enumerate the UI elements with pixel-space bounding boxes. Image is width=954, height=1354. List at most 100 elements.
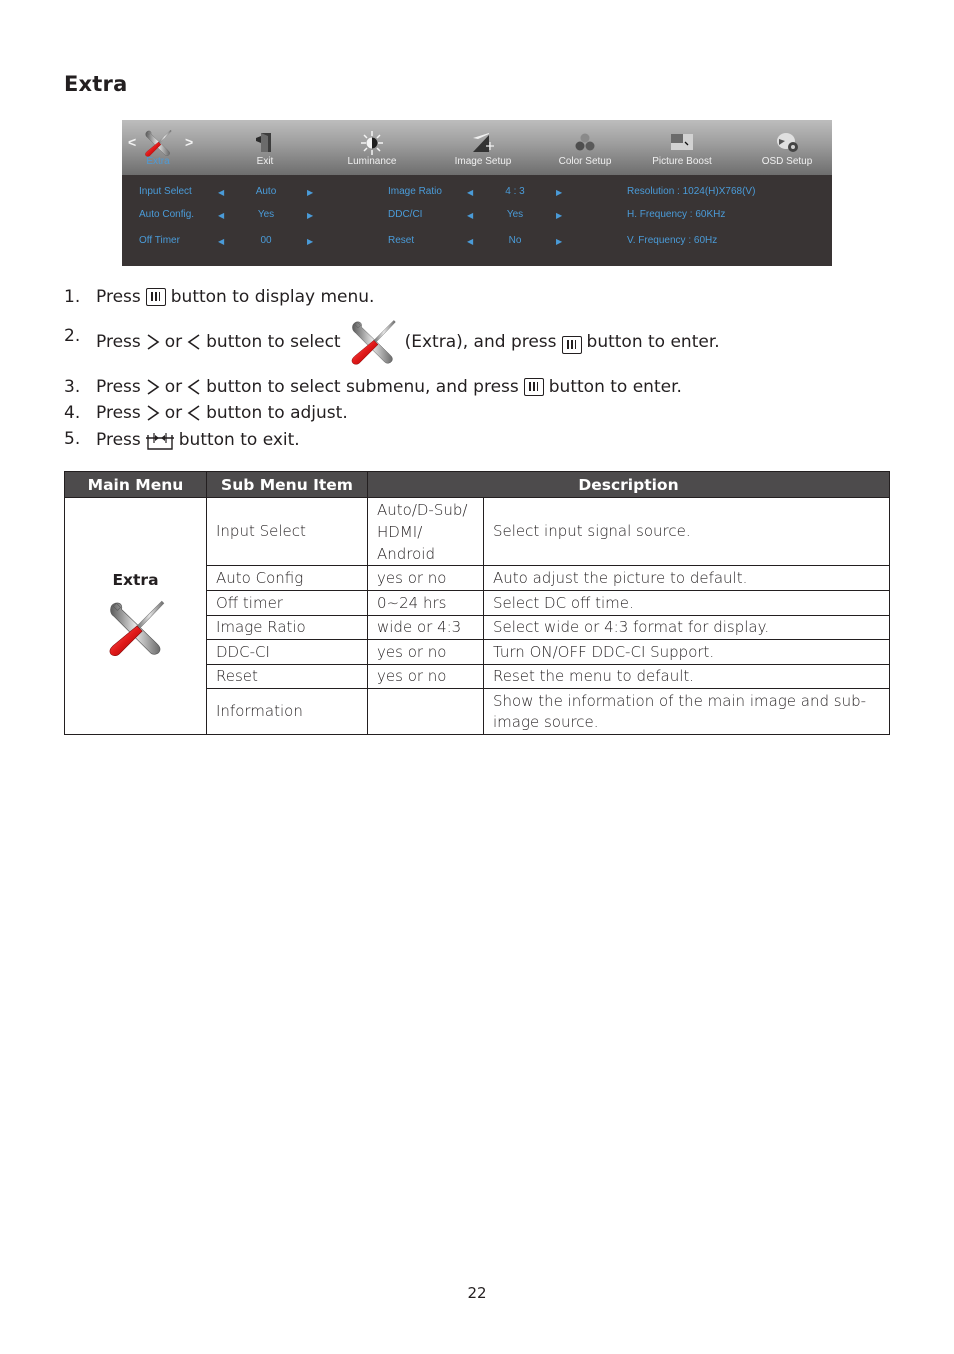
step-text: button to enter. — [586, 332, 720, 352]
osd-tab-extra[interactable]: Extra — [128, 120, 188, 175]
sub-range: yes or no — [367, 664, 484, 689]
menu-button-icon — [523, 378, 544, 396]
exit-button-icon — [145, 433, 174, 450]
osd-value: No — [508, 235, 522, 246]
menu-button-icon — [561, 336, 582, 354]
osd-info-resolution: Resolution : 1024(H)X768(V) — [627, 186, 756, 197]
header-sub-menu-item: Sub Menu Item — [206, 471, 368, 498]
chevron-right-icon — [147, 334, 160, 350]
osd-item-ddc-ci[interactable]: DDC/CI — [388, 209, 422, 220]
sub-desc: Turn ON/OFF DDC-CI Support. — [483, 639, 890, 665]
sub-range: wide or 4:3 — [367, 615, 484, 640]
page-number: 22 — [467, 1284, 487, 1302]
image-setup-icon — [473, 133, 494, 152]
chevron-right-icon — [147, 405, 160, 421]
osd-left-arrow-icon[interactable]: ◀ — [467, 188, 473, 197]
osd-info-v-frequency: V. Frequency : 60Hz — [627, 235, 718, 246]
osd-right-arrow-icon[interactable]: ▶ — [556, 188, 562, 197]
osd-right-arrow-icon[interactable]: ▶ — [307, 188, 313, 197]
osd-right-arrow-icon[interactable]: ▶ — [556, 211, 562, 220]
step-number: 3. — [64, 377, 81, 397]
sub-desc: Auto adjust the picture to default. — [483, 565, 890, 591]
sun-icon — [361, 131, 383, 155]
osd-tab-label: Exit — [256, 156, 274, 167]
header-description: Description — [367, 471, 890, 498]
osd-tab-image-setup[interactable]: Image Setup — [448, 120, 518, 175]
step-text: Press — [96, 430, 141, 450]
osd-tab-label: Image Setup — [454, 156, 512, 167]
step-number: 4. — [64, 403, 81, 423]
step-text: button to enter. — [548, 377, 682, 397]
step-text: button to exit. — [178, 430, 300, 450]
sub-item: Information — [206, 688, 368, 735]
sub-item: DDC-CI — [206, 639, 368, 665]
sub-desc: Show the information of the main image a… — [483, 688, 890, 735]
osd-tab-label: Picture Boost — [652, 156, 712, 167]
menu-button-icon — [145, 288, 166, 306]
extra-menu-table: Main Menu Sub Menu Item Description Extr… — [64, 471, 890, 735]
osd-tab-color-setup[interactable]: Color Setup — [550, 120, 620, 175]
osd-item-input-select[interactable]: Input Select — [139, 186, 192, 197]
header-main-menu: Main Menu — [64, 471, 207, 498]
osd-tab-osd-setup[interactable]: OSD Setup — [752, 120, 822, 175]
osd-tab-label: Extra — [146, 156, 170, 167]
osd-tab-luminance[interactable]: Luminance — [337, 120, 407, 175]
sub-item: Reset — [206, 664, 368, 689]
osd-menu: < > Extra Exit Luminance Image Setup Col… — [122, 120, 832, 266]
osd-item-reset[interactable]: Reset — [388, 235, 414, 246]
osd-tab-picture-boost[interactable]: Picture Boost — [647, 120, 717, 175]
osd-value: 00 — [260, 235, 272, 246]
osd-item-auto-config[interactable]: Auto Config. — [139, 209, 194, 220]
table-row: Extra Input Select Auto/D-Sub/ HDMI/ And… — [64, 497, 890, 735]
osd-left-arrow-icon[interactable]: ◀ — [218, 237, 224, 246]
osd-item-off-timer[interactable]: Off Timer — [139, 235, 180, 246]
step-text: or — [164, 403, 183, 423]
osd-setup-icon — [777, 133, 798, 152]
osd-tab-exit[interactable]: Exit — [235, 120, 295, 175]
step-number: 5. — [64, 429, 81, 449]
step-text: Press — [96, 332, 141, 352]
chevron-right-icon — [147, 379, 160, 395]
color-balls-icon — [575, 133, 595, 151]
osd-tab-label: Luminance — [347, 156, 397, 167]
step-text: or — [164, 377, 183, 397]
step-text: Press — [96, 287, 141, 307]
sub-item: Image Ratio — [206, 615, 368, 640]
sub-desc: Select input signal source. — [483, 497, 890, 566]
osd-tab-bar: < > Extra Exit Luminance Image Setup Col… — [122, 120, 832, 175]
sub-range: Auto/D-Sub/ HDMI/ Android — [367, 497, 484, 566]
chevron-left-icon — [187, 334, 200, 350]
step-text: button to display menu. — [170, 287, 375, 307]
table-header-row: Main Menu Sub Menu Item Description — [64, 471, 890, 498]
tools-icon — [105, 597, 167, 659]
osd-left-arrow-icon[interactable]: ◀ — [218, 211, 224, 220]
step-number: 2. — [64, 326, 81, 346]
step-text: button to adjust. — [206, 403, 348, 423]
sub-desc: Select DC off time. — [483, 590, 890, 616]
main-menu-cell: Extra — [64, 497, 207, 735]
main-menu-label: Extra — [112, 570, 159, 589]
sub-item: Input Select — [206, 497, 368, 566]
osd-right-arrow-icon[interactable]: ▶ — [307, 211, 313, 220]
osd-item-image-ratio[interactable]: Image Ratio — [388, 186, 442, 197]
exit-door-icon — [256, 133, 271, 152]
osd-right-arrow-icon[interactable]: ▶ — [307, 237, 313, 246]
step-text: button to select submenu, and press — [206, 377, 519, 397]
step-text: Press — [96, 377, 141, 397]
osd-value: 4 : 3 — [505, 186, 525, 197]
sub-range — [367, 688, 484, 735]
osd-left-arrow-icon[interactable]: ◀ — [218, 188, 224, 197]
tools-icon — [346, 317, 400, 367]
chevron-left-icon — [187, 379, 200, 395]
osd-left-arrow-icon[interactable]: ◀ — [467, 211, 473, 220]
osd-value: Yes — [257, 209, 275, 220]
sub-range: yes or no — [367, 639, 484, 665]
sub-range: 0~24 hrs — [367, 590, 484, 616]
osd-right-arrow-icon[interactable]: ▶ — [556, 237, 562, 246]
osd-tab-label: Color Setup — [558, 156, 612, 167]
sub-desc: Reset the menu to default. — [483, 664, 890, 689]
osd-left-arrow-icon[interactable]: ◀ — [467, 237, 473, 246]
step-text: (Extra), and press — [404, 332, 557, 352]
step-text: Press — [96, 403, 141, 423]
step-text: or — [164, 332, 183, 352]
